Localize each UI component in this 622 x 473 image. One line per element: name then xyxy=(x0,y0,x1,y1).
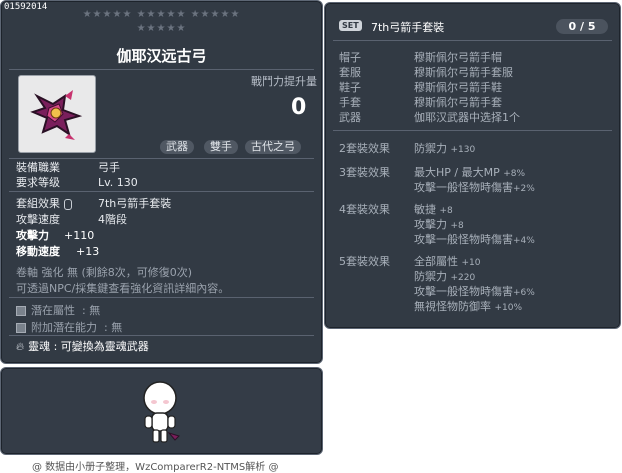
additional-potential-label: 附加潛在能力 xyxy=(31,321,97,334)
npc-info: 可透過NPC/採集鍵查看強化資訊詳細內容。 xyxy=(16,282,230,295)
soul-row: 🔥︎ 靈魂 : 可變換為靈魂武器 xyxy=(16,340,149,353)
set-name: 7th弓箭手套裝 xyxy=(371,21,445,34)
set-effect-line: 攻擊一般怪物時傷害+2% xyxy=(414,181,535,194)
additional-potential-value: 無 xyxy=(111,321,123,334)
set-effect-line: 無視怪物防御率 +10% xyxy=(414,300,523,313)
job-label: 裝備職業 xyxy=(16,161,60,174)
set-effect-label: 套組效果 xyxy=(16,195,98,211)
tag-ancient-bow: 古代之弓 xyxy=(245,140,301,154)
set-effect-2: 2套裝效果 防禦力 +130 xyxy=(339,142,476,155)
set-effect-panel: SET 7th弓箭手套裝 0 / 5 帽子 穆斯佩尔弓箭手帽 套服 穆斯佩尔弓箭手套… xyxy=(324,2,621,329)
set-piece: 套服 穆斯佩尔弓箭手套服 xyxy=(339,66,513,79)
bow-icon xyxy=(30,90,83,140)
footer-credit: @ 数据由小册子整理，WzComparerR2-NTMS解析 @ xyxy=(32,462,279,473)
set-count: 0 / 5 xyxy=(556,19,608,34)
set-effect-line: 攻擊一般怪物時傷害+4% xyxy=(414,233,535,246)
move-speed-value: +13 xyxy=(76,245,100,258)
item-title: 伽耶汉远古弓 xyxy=(116,47,207,65)
level-row: 要求等级 Lv. 130 xyxy=(16,174,138,190)
divider xyxy=(9,69,314,70)
attack-label: 攻擊力 xyxy=(16,229,49,242)
divider xyxy=(9,297,314,298)
soul-flame-icon: 🔥︎ xyxy=(16,340,25,353)
set-effect-4: 4套裝效果 敏捷 +8 xyxy=(339,203,453,216)
attack-row: 攻擊力 +110 xyxy=(16,227,94,243)
power-increase-value: 0 xyxy=(291,95,307,120)
set-badge: SET xyxy=(339,20,362,31)
tag-two-handed: 雙手 xyxy=(204,140,238,154)
attack-speed-row: 攻擊速度 4階段 xyxy=(16,211,127,227)
tag-weapon: 武器 xyxy=(160,140,194,154)
divider xyxy=(333,130,612,131)
set-effect-line: 防禦力 +220 xyxy=(414,270,476,283)
additional-potential-row: 附加潛在能力 : 無 xyxy=(16,319,122,335)
set-effect-line: 攻擊力 +8 xyxy=(414,218,464,231)
soul-value: 可變換為靈魂武器 xyxy=(60,340,149,353)
scroll-info: 卷軸 強化 無 (剩餘8次，可修復0次) xyxy=(16,266,193,279)
set-effect-5: 5套裝效果 全部屬性 +10 xyxy=(339,255,481,268)
job-row: 裝備職業 弓手 xyxy=(16,159,120,175)
potential-label: 潛在屬性 xyxy=(31,304,75,317)
mouse-icon xyxy=(63,198,72,210)
attack-speed-label: 攻擊速度 xyxy=(16,213,60,226)
star-force-row-2: ★★★★★ xyxy=(136,23,187,34)
attack-value: +110 xyxy=(64,229,95,242)
set-effect-row: 套組效果 7th弓箭手套裝 xyxy=(16,195,171,211)
potential-value: 無 xyxy=(89,304,101,317)
potential-icon xyxy=(16,306,26,316)
set-piece: 鞋子 穆斯佩尔弓箭手鞋 xyxy=(339,81,502,94)
divider xyxy=(333,40,612,41)
level-label: 要求等级 xyxy=(16,176,60,189)
divider xyxy=(9,335,314,336)
set-piece: 手套 穆斯佩尔弓箭手套 xyxy=(339,96,502,109)
star-force-row-1: ★★★★★ ★★★★★ ★★★★★ xyxy=(82,9,241,20)
potential-row: 潛在屬性 : 無 xyxy=(16,302,100,318)
set-effect-line: 攻擊一般怪物時傷害+6% xyxy=(414,285,535,298)
move-speed-label: 移動速度 xyxy=(16,245,60,258)
soul-label: 靈魂 xyxy=(28,340,51,353)
move-speed-row: 移動速度 +13 xyxy=(16,243,99,259)
additional-potential-icon xyxy=(16,323,26,333)
character-avatar xyxy=(143,381,180,443)
character-preview-panel xyxy=(0,367,323,455)
set-piece: 武器 伽耶汉武器中选择1个 xyxy=(339,111,520,124)
job-value: 弓手 xyxy=(98,161,120,174)
item-icon xyxy=(18,75,96,153)
level-value: Lv. 130 xyxy=(98,176,138,189)
divider xyxy=(9,191,314,192)
attack-speed-value: 4階段 xyxy=(98,213,127,226)
set-piece: 帽子 穆斯佩尔弓箭手帽 xyxy=(339,51,502,64)
power-increase-label: 戰鬥力提升量 xyxy=(251,75,317,88)
set-effect-value: 7th弓箭手套裝 xyxy=(98,197,172,210)
set-effect-3: 3套裝效果 最大HP / 最大MP +8% xyxy=(339,166,526,179)
item-tooltip-panel: 01592014 ★★★★★ ★★★★★ ★★★★★ ★★★★★ 伽耶汉远古弓 … xyxy=(0,0,323,364)
